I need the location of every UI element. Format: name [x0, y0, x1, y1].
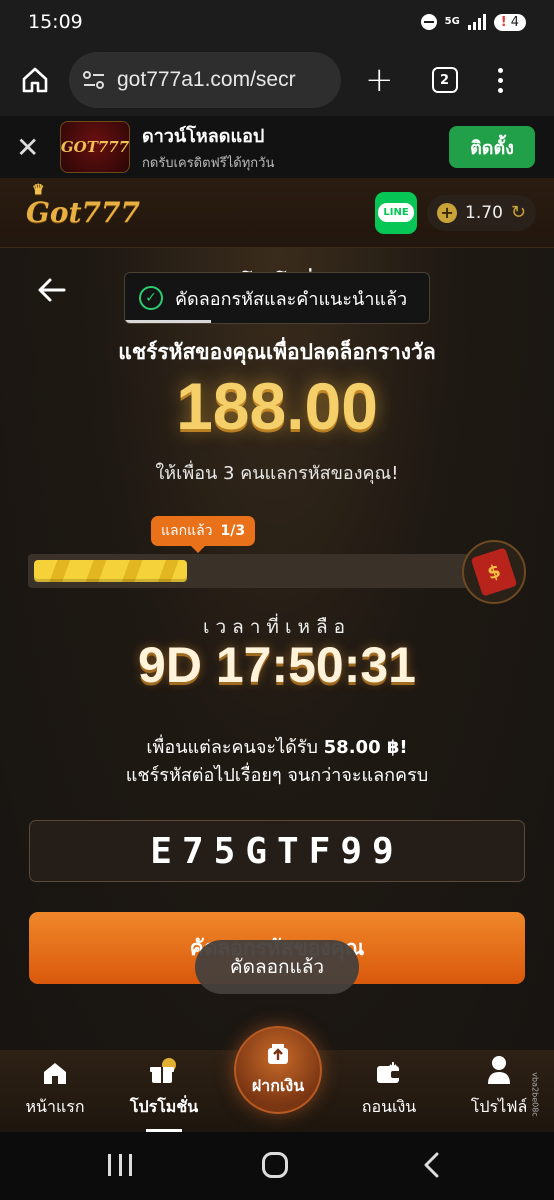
nav-label: ฝากเงิน — [251, 1075, 305, 1095]
nav-label: โปรโมชั่น — [129, 1097, 199, 1116]
notification-badge: ! 4 — [493, 13, 526, 31]
copied-toast-text: คัดลอกรหัสและคำแนะนำแล้ว — [175, 288, 408, 310]
coin-add-icon: + — [437, 202, 458, 223]
redeem-progress-fill — [34, 560, 187, 582]
redeemed-badge: แลกแล้ว 1/3 — [151, 516, 256, 553]
redeemed-label: แลกแล้ว — [161, 523, 213, 539]
download-title: ดาวน์โหลดแอป — [142, 126, 265, 147]
countdown-timer: 9D 17:50:31 — [138, 637, 416, 693]
app-header: ♛ Got777 LINE + 1.70 ↻ — [0, 178, 554, 248]
nav-item-promotions[interactable]: โปรโมชั่น — [126, 1050, 202, 1132]
reward-amount: 188.00 — [176, 369, 378, 443]
new-tab-icon[interactable]: + — [365, 63, 394, 97]
nav-item-profile[interactable]: โปรไฟล์ — [466, 1050, 532, 1132]
system-nav-bar — [0, 1132, 554, 1200]
more-menu-icon[interactable] — [497, 67, 503, 93]
back-arrow-icon[interactable] — [36, 274, 68, 306]
url-text: got777a1.com/secr — [117, 68, 296, 91]
each-friend-reward: เพื่อนแต่ละคนจะได้รับ 58.00 ฿! — [0, 732, 554, 761]
copied-snackbar: คัดลอกแล้ว — [195, 940, 359, 994]
refresh-icon[interactable]: ↻ — [511, 202, 526, 223]
user-icon — [487, 1055, 511, 1089]
signal-icon — [467, 14, 486, 30]
nav-item-withdraw[interactable]: ถอนเงิน — [356, 1050, 422, 1132]
each-friend-amount: 58.00 ฿! — [323, 737, 408, 758]
redeem-progress-bar — [28, 554, 498, 588]
each-friend-prefix: เพื่อนแต่ละคนจะได้รับ — [146, 737, 318, 758]
home-icon — [42, 1061, 68, 1089]
keep-sharing-text: แชร์รหัสต่อไปเรื่อยๆ จนกว่าจะแลกครบ — [125, 765, 429, 786]
side-tag: vba2be08c — [530, 1072, 540, 1117]
line-button[interactable]: LINE — [375, 191, 418, 234]
wallet-icon — [376, 1061, 402, 1089]
nav-label: ถอนเงิน — [361, 1097, 417, 1116]
alert-mark: ! — [500, 14, 507, 30]
red-envelope-icon: $ — [462, 540, 526, 604]
status-bar: 15:09 5G ! 4 — [0, 0, 554, 44]
tab-count-button[interactable]: 2 — [431, 67, 458, 93]
deposit-icon — [266, 1042, 290, 1070]
system-back-icon[interactable] — [422, 1152, 440, 1178]
browser-toolbar: got777a1.com/secr + 2 — [0, 44, 554, 116]
invite-instruction: ให้เพื่อน 3 คนแลกรหัสของคุณ! — [155, 463, 399, 484]
download-app-banner: ✕ GOT777 ดาวน์โหลดแอป กดรับเครดิตฟรีได้ท… — [0, 116, 554, 178]
nav-label: หน้าแรก — [25, 1097, 85, 1116]
notification-count: 4 — [510, 14, 519, 30]
close-icon[interactable]: ✕ — [16, 131, 42, 164]
gift-icon — [149, 1057, 179, 1089]
address-bar[interactable]: got777a1.com/secr — [69, 52, 341, 108]
download-subtitle: กดรับเครดิตฟรีได้ทุกวัน — [142, 156, 275, 171]
line-label: LINE — [378, 203, 414, 222]
brand-text: Got777 — [26, 196, 140, 229]
balance-pill[interactable]: + 1.70 ↻ — [427, 194, 536, 231]
referral-page: โปรโมชั่ ✓ คัดลอกรหัสและคำแนะนำแล้ว แชร์… — [0, 248, 554, 1050]
brand-logo[interactable]: ♛ Got777 — [26, 182, 140, 229]
invite-code-box[interactable]: E75GTF99 — [29, 820, 525, 882]
nav-item-home[interactable]: หน้าแรก — [20, 1050, 90, 1132]
status-icons: 5G ! 4 — [420, 13, 526, 31]
app-logo: GOT777 — [60, 121, 130, 173]
redeemed-count: 1/3 — [220, 523, 246, 539]
recent-apps-icon[interactable] — [108, 1154, 132, 1176]
balance-value: 1.70 — [465, 202, 503, 223]
check-circle-icon: ✓ — [139, 286, 163, 310]
nav-label: โปรไฟล์ — [470, 1097, 528, 1116]
toast-timer-bar — [125, 320, 211, 323]
copied-toast: ✓ คัดลอกรหัสและคำแนะนำแล้ว — [124, 272, 430, 324]
status-time: 15:09 — [28, 11, 83, 33]
home-icon[interactable] — [21, 66, 49, 94]
share-heading: แชร์รหัสของคุณเพื่อปลดล็อกรางวัล — [118, 340, 436, 364]
do-not-disturb-icon — [420, 14, 437, 30]
install-button[interactable]: ติดตั้ง — [449, 126, 535, 168]
network-label: 5G — [444, 16, 460, 27]
download-banner-text: ดาวน์โหลดแอป กดรับเครดิตฟรีได้ทุกวัน — [142, 121, 274, 173]
site-settings-icon[interactable] — [83, 70, 105, 90]
system-home-icon[interactable] — [262, 1152, 288, 1178]
crown-icon: ♛ — [32, 182, 45, 198]
nav-item-deposit[interactable]: ฝากเงิน — [234, 1026, 322, 1114]
